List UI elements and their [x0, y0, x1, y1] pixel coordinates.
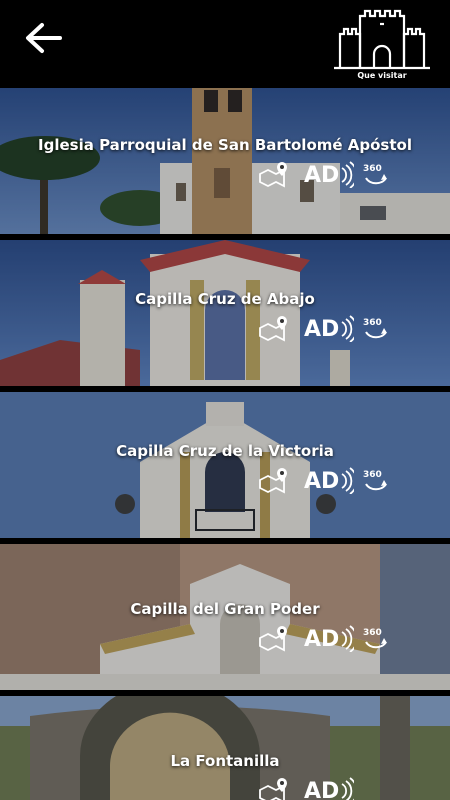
castle-icon [334, 9, 430, 70]
photo-shade [0, 392, 450, 538]
svg-text:360: 360 [363, 628, 382, 638]
place-title: Iglesia Parroquial de San Bartolomé Após… [38, 136, 412, 154]
place-card-san-bartolome[interactable]: Iglesia Parroquial de San Bartolomé Após… [0, 88, 450, 234]
svg-text:AD: AD [304, 469, 339, 494]
back-arrow-icon [26, 23, 62, 53]
audio-description-icon[interactable]: AD [304, 314, 354, 342]
back-button[interactable] [22, 18, 66, 58]
audio-description-icon[interactable]: AD [304, 466, 354, 494]
que-visitar-button[interactable]: Que visitar [334, 8, 430, 84]
map-pin-icon[interactable] [258, 776, 292, 800]
photo-shade [0, 240, 450, 386]
map-pin-icon[interactable] [258, 314, 292, 342]
360-view-icon[interactable]: 360 [362, 160, 390, 188]
map-pin-icon[interactable] [258, 624, 292, 652]
svg-text:360: 360 [363, 318, 382, 328]
svg-text:360: 360 [363, 470, 382, 480]
place-card-la-fontanilla[interactable]: La Fontanilla AD [0, 696, 450, 800]
map-pin-icon[interactable] [258, 160, 292, 188]
place-title: Capilla Cruz de Abajo [135, 290, 315, 308]
place-icons: AD 360 [258, 624, 388, 654]
audio-description-icon[interactable]: AD [304, 160, 354, 188]
place-icons: AD 360 [258, 466, 388, 496]
top-bar: Que visitar [0, 0, 450, 86]
places-list: Iglesia Parroquial de San Bartolomé Após… [0, 86, 450, 800]
place-icons: AD [258, 776, 388, 800]
svg-text:AD: AD [304, 627, 339, 652]
svg-text:AD: AD [304, 779, 339, 800]
place-icons: AD 360 [258, 314, 388, 344]
place-card-gran-poder[interactable]: Capilla del Gran Poder AD 360 [0, 544, 450, 690]
place-title: Capilla del Gran Poder [130, 600, 320, 618]
place-icons: AD 360 [258, 160, 388, 190]
map-pin-icon[interactable] [258, 466, 292, 494]
place-title: La Fontanilla [170, 752, 280, 770]
svg-text:AD: AD [304, 317, 339, 342]
audio-description-icon[interactable]: AD [304, 776, 354, 800]
svg-text:360: 360 [363, 164, 382, 174]
place-title: Capilla Cruz de la Victoria [116, 442, 334, 460]
360-view-icon[interactable]: 360 [362, 466, 390, 494]
place-card-cruz-de-la-victoria[interactable]: Capilla Cruz de la Victoria AD 360 [0, 392, 450, 538]
360-view-icon[interactable]: 360 [362, 624, 390, 652]
section-label: Que visitar [357, 71, 407, 80]
svg-text:AD: AD [304, 163, 339, 188]
360-view-icon[interactable]: 360 [362, 314, 390, 342]
audio-description-icon[interactable]: AD [304, 624, 354, 652]
place-card-cruz-de-abajo[interactable]: Capilla Cruz de Abajo AD 360 [0, 240, 450, 386]
